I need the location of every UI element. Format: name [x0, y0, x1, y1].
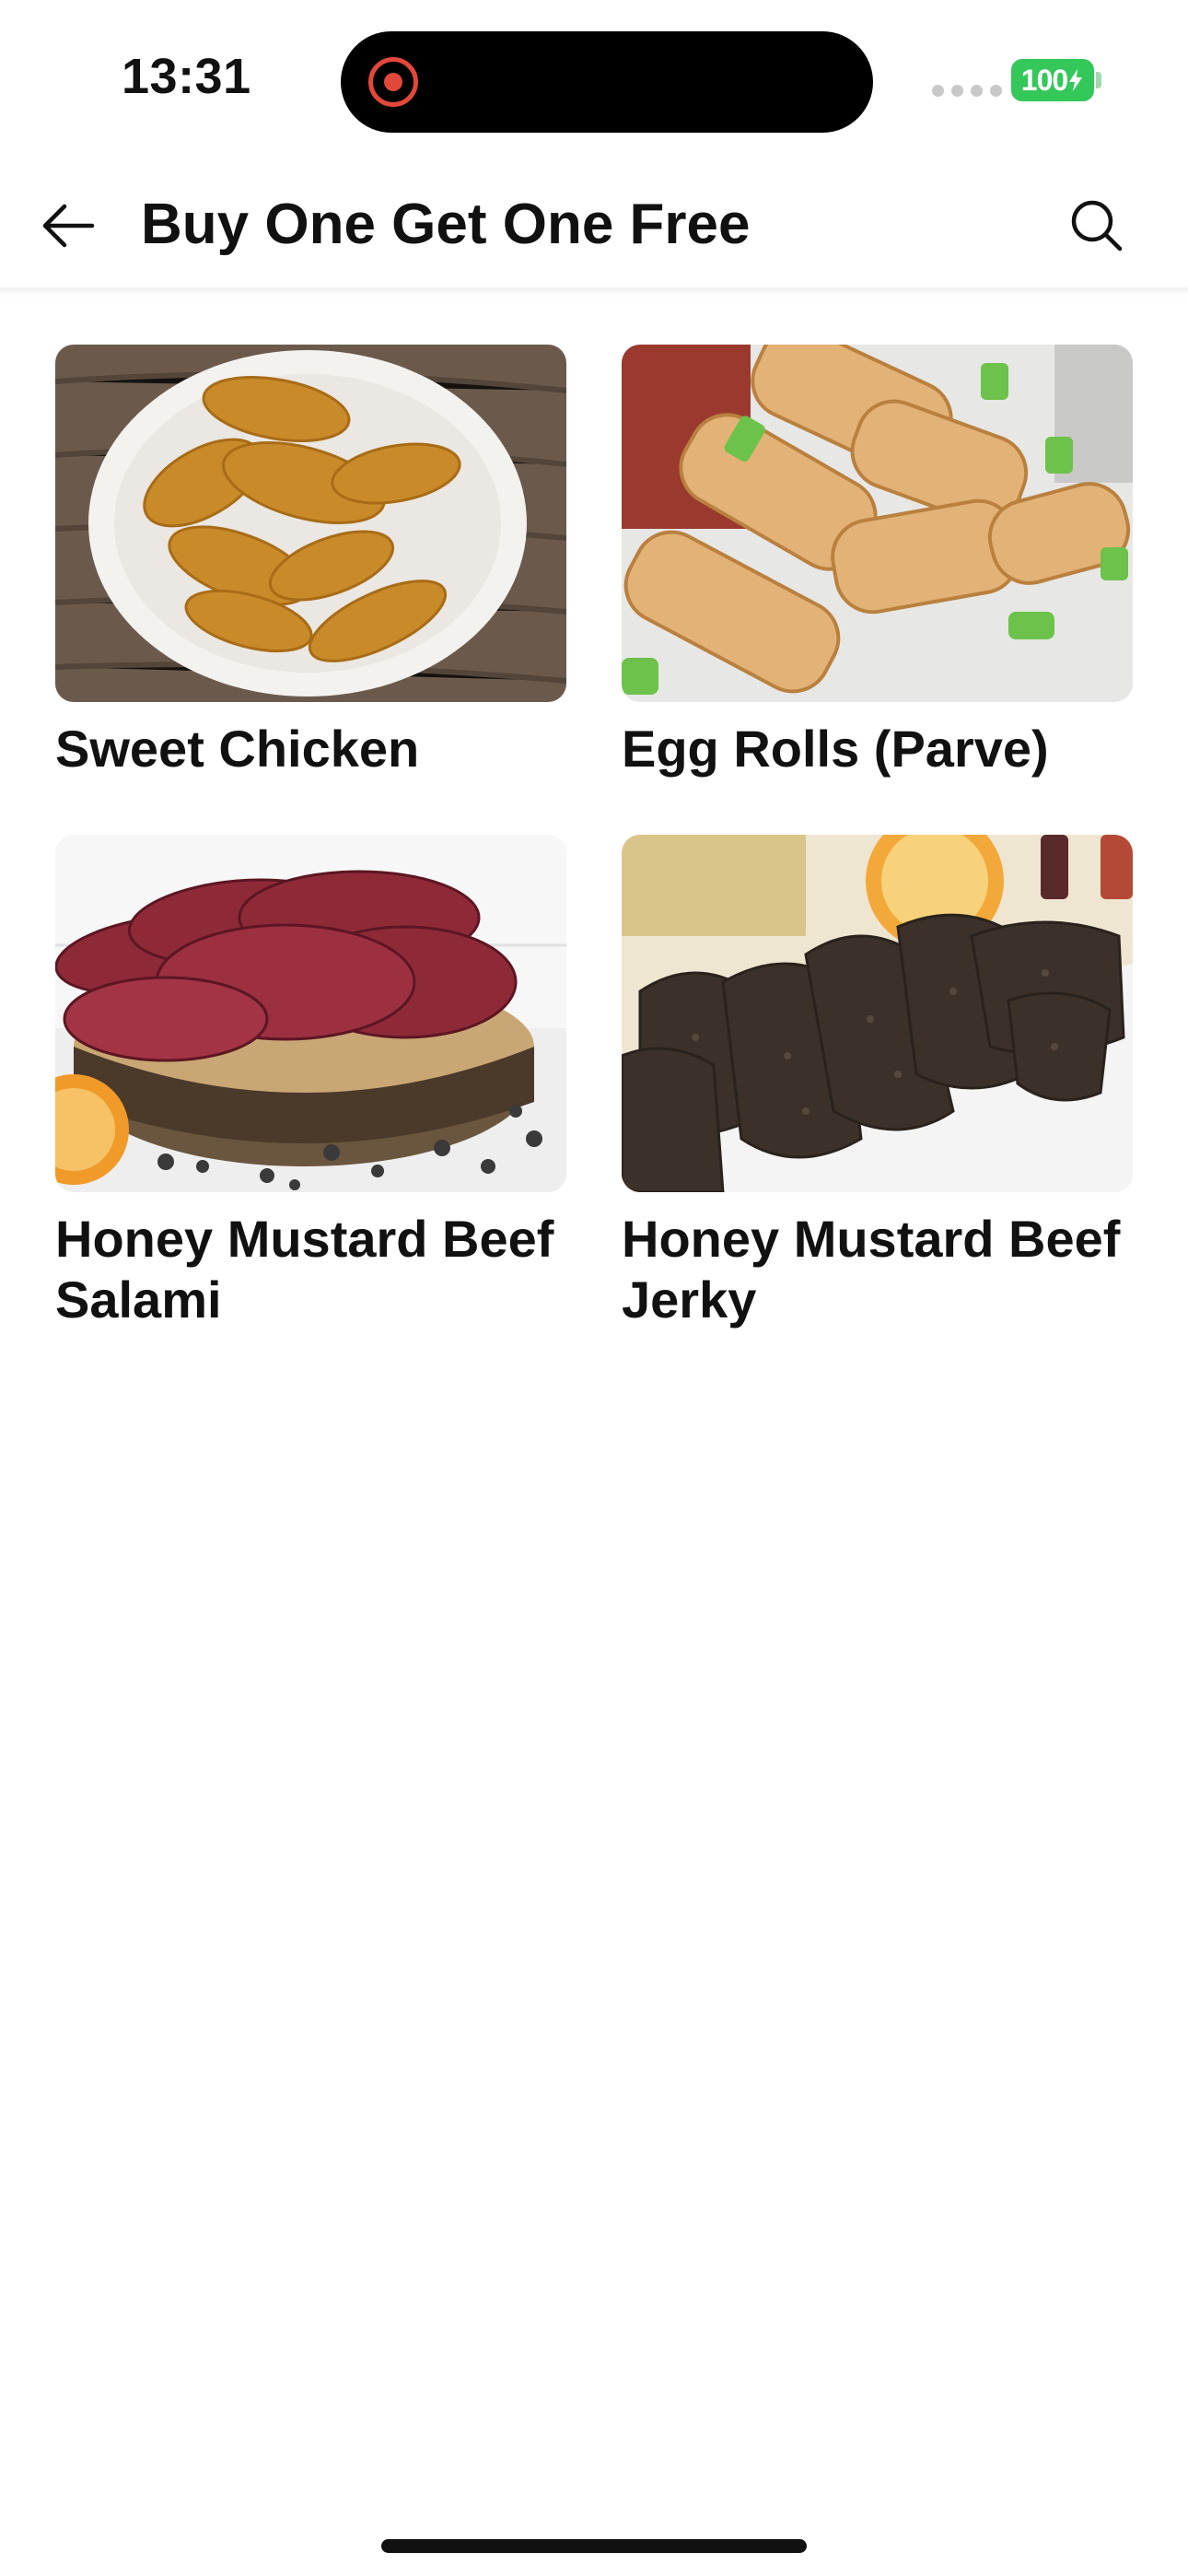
- product-card[interactable]: Honey Mustard Beef Salami: [55, 835, 566, 1330]
- charging-bolt-icon: [1069, 69, 1083, 91]
- search-button[interactable]: [1065, 193, 1129, 258]
- product-title: Egg Rolls (Parve): [622, 720, 1049, 778]
- status-bar: 13:31 100: [0, 0, 1188, 157]
- search-icon: [1071, 200, 1123, 252]
- screen: 13:31 100 Buy One Get One Free Sweet Chi…: [0, 0, 1188, 2576]
- product-image: [622, 345, 1133, 702]
- battery-cap: [1096, 72, 1101, 88]
- app-header: Buy One Get One Free: [0, 157, 1188, 291]
- product-title: Honey Mustard Beef Jerky: [622, 1210, 1121, 1329]
- cellular-signal-icon: [932, 85, 1002, 97]
- dynamic-island: [341, 31, 873, 133]
- battery-level: 100: [1020, 63, 1068, 97]
- product-card[interactable]: Sweet Chicken: [55, 345, 566, 779]
- back-button[interactable]: [37, 193, 101, 258]
- header-divider: [0, 287, 1188, 297]
- status-time: 13:31: [122, 49, 251, 104]
- product-card[interactable]: Honey Mustard Beef Jerky: [622, 835, 1133, 1330]
- arrow-left-icon: [42, 204, 95, 248]
- product-image: [55, 345, 566, 702]
- product-image: [55, 835, 566, 1192]
- product-title: Honey Mustard Beef Salami: [55, 1210, 554, 1329]
- product-image: [622, 835, 1133, 1192]
- product-card[interactable]: Egg Rolls (Parve): [622, 345, 1133, 779]
- product-title: Sweet Chicken: [55, 720, 420, 778]
- page-title: Buy One Get One Free: [141, 193, 751, 256]
- screen-recording-icon: [368, 57, 418, 107]
- home-indicator[interactable]: [381, 2539, 807, 2553]
- battery-icon: 100: [1011, 59, 1094, 101]
